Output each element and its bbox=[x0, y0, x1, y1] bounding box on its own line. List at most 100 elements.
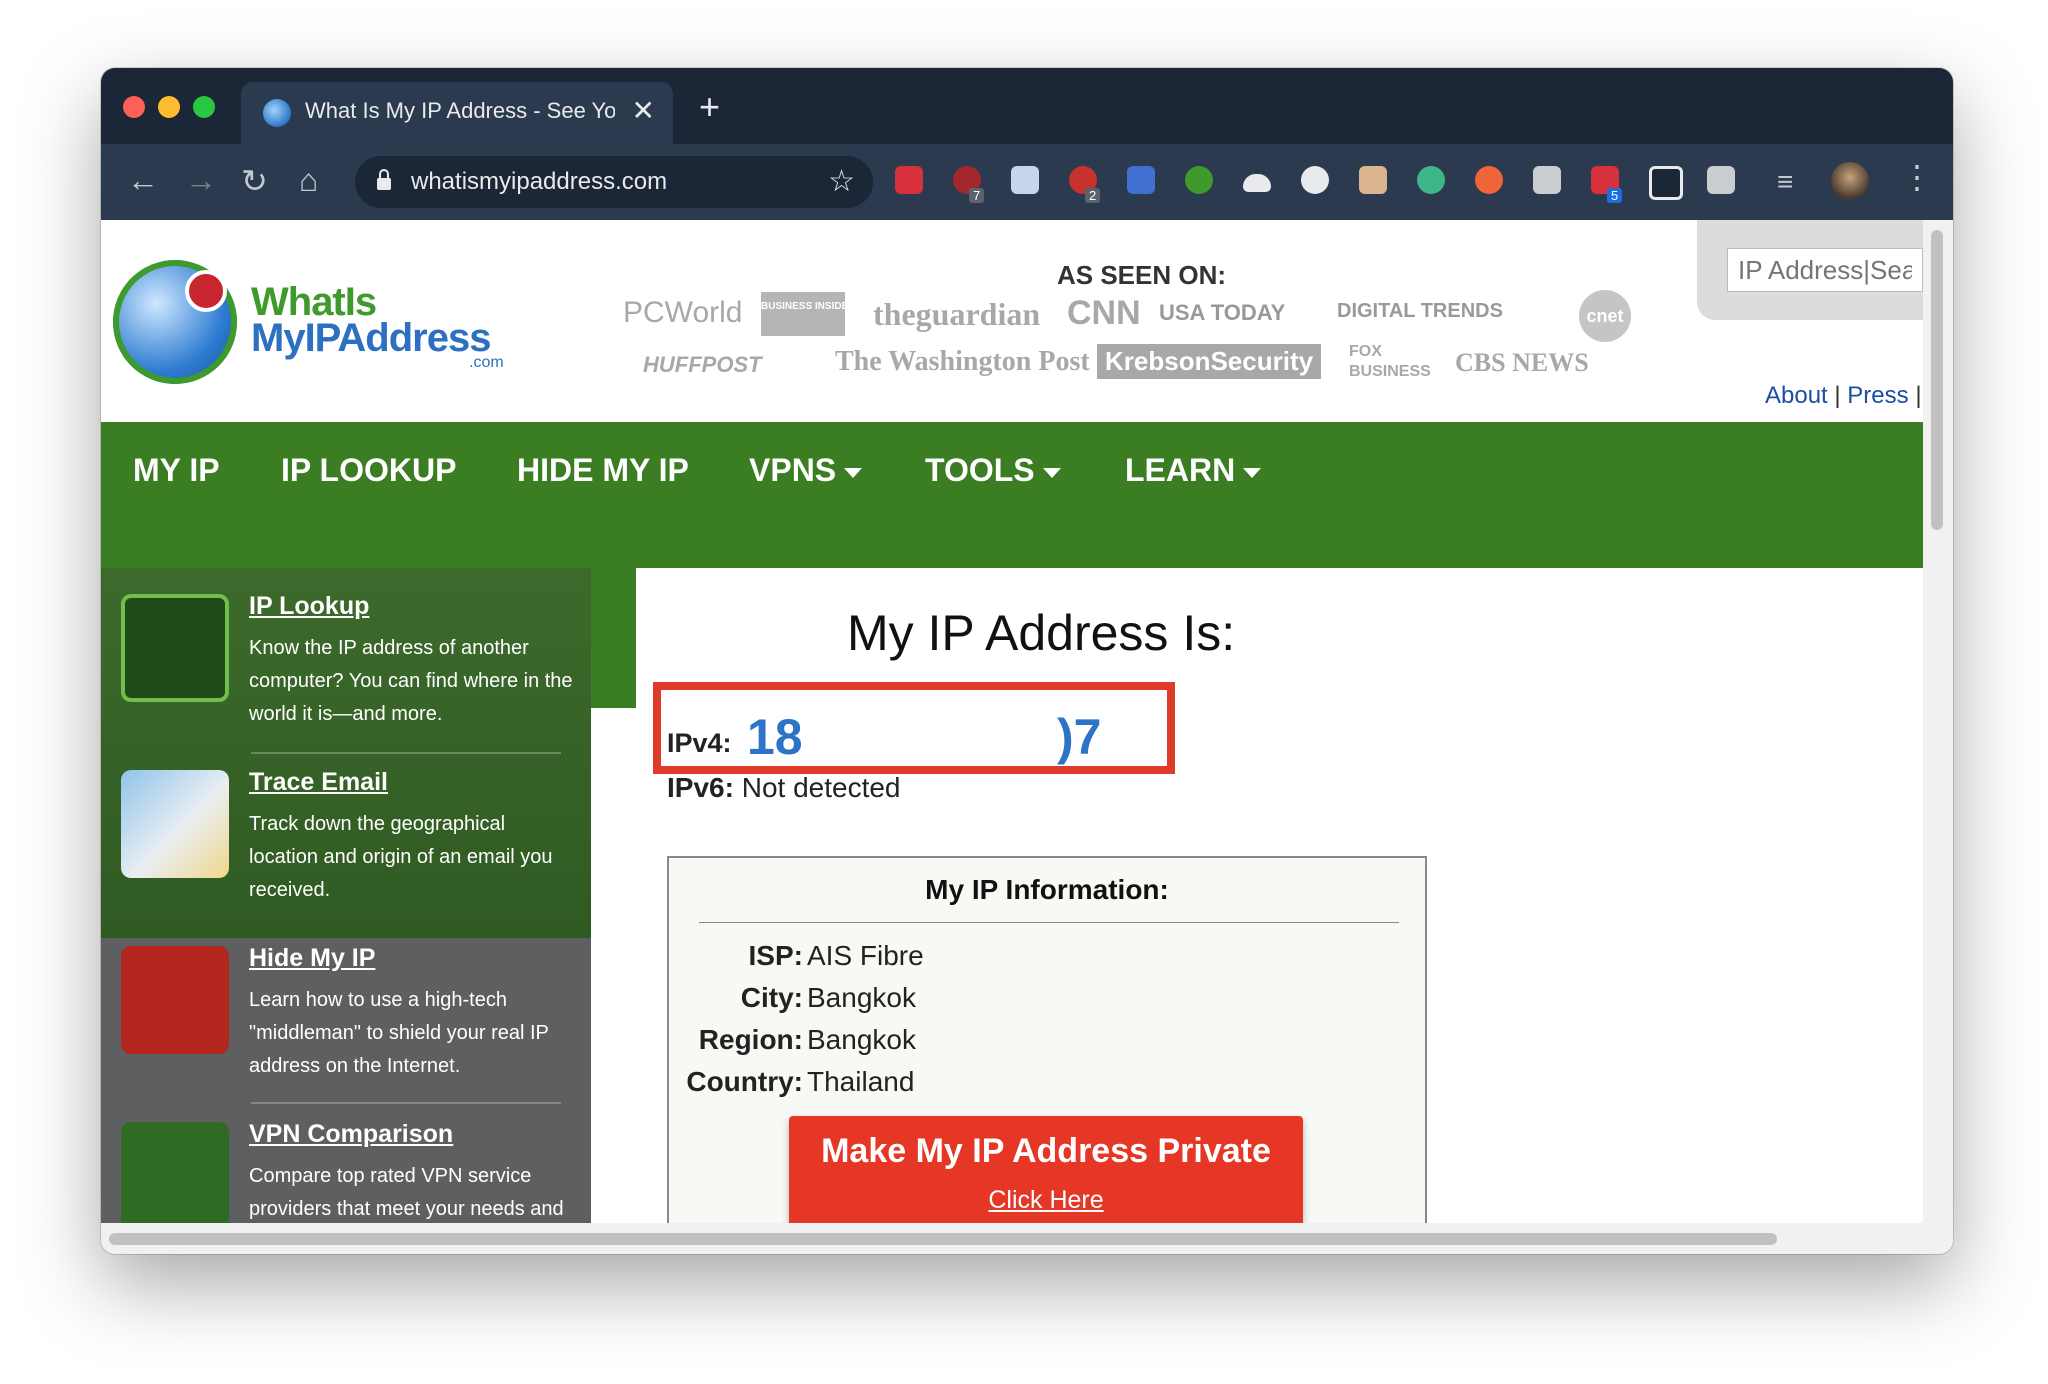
ipv4-value-start[interactable]: 18 bbox=[747, 708, 803, 766]
ip-info-divider bbox=[699, 922, 1399, 923]
nav-label: MY IP bbox=[133, 452, 220, 488]
extension-badge: 7 bbox=[969, 188, 985, 203]
site-search-input[interactable] bbox=[1727, 248, 1923, 292]
browser-window: What Is My IP Address - See Yo ✕ + ← → ↻… bbox=[101, 68, 1953, 1254]
extension-badge: 2 bbox=[1085, 188, 1101, 203]
as-seen-on-heading: AS SEEN ON: bbox=[1057, 260, 1227, 290]
press-logo: CNN bbox=[1067, 294, 1141, 332]
nav-vpns[interactable]: VPNS bbox=[749, 452, 863, 489]
profile-avatar[interactable] bbox=[1831, 162, 1869, 200]
ipv6-value: Not detected bbox=[741, 772, 901, 803]
tab-strip: What Is My IP Address - See Yo ✕ + bbox=[101, 68, 1953, 144]
info-value: Bangkok bbox=[807, 1024, 916, 1055]
press-logo: PCWorld bbox=[623, 296, 743, 329]
extension-icon[interactable] bbox=[1417, 166, 1445, 194]
sidebar-item-hide-my-ip[interactable]: Hide My IP Learn how to use a high-tech … bbox=[101, 920, 591, 1096]
nav-label: HIDE MY IP bbox=[517, 452, 689, 488]
press-logo: HUFFPOST bbox=[643, 352, 762, 377]
browser-toolbar: ← → ↻ ⌂ whatismyipaddress.com ☆ 7 2 5 ≡ … bbox=[101, 144, 1953, 220]
make-ip-private-button[interactable]: Make My IP Address Private Click Here bbox=[789, 1116, 1303, 1223]
page-title: My IP Address Is: bbox=[847, 605, 1236, 661]
site-search-wrap bbox=[1697, 220, 1923, 320]
press-logo: theguardian bbox=[873, 296, 1041, 332]
active-tab[interactable]: What Is My IP Address - See Yo ✕ bbox=[241, 82, 673, 144]
reload-icon[interactable]: ↻ bbox=[241, 162, 268, 200]
sidebar-item-title[interactable]: VPN Comparison bbox=[249, 1120, 453, 1149]
ip-info-title: My IP Information: bbox=[925, 874, 1169, 905]
sidebar-item-trace-email[interactable]: Trace Email Track down the geographical … bbox=[101, 744, 591, 920]
sidebar-item-title[interactable]: Trace Email bbox=[249, 768, 388, 797]
url-text: whatismyipaddress.com bbox=[411, 168, 668, 195]
sidebar-item-vpn-comparison[interactable]: VPN Comparison Compare top rated VPN ser… bbox=[101, 1096, 591, 1223]
info-key: Region: bbox=[698, 1024, 803, 1055]
link-separator: | bbox=[1908, 382, 1922, 409]
extension-icon[interactable] bbox=[1475, 166, 1503, 194]
link-separator: | bbox=[1827, 382, 1848, 409]
nav-ip-lookup[interactable]: IP LOOKUP bbox=[281, 452, 456, 489]
ipv6-line: IPv6: Not detected bbox=[667, 772, 901, 804]
nav-label: IP LOOKUP bbox=[281, 452, 457, 488]
press-logo: The Washington Post bbox=[835, 346, 1090, 377]
nav-tools[interactable]: TOOLS bbox=[925, 452, 1061, 489]
sidebar-item-desc: Track down the geographical location and… bbox=[249, 813, 553, 901]
horizontal-scroll-thumb[interactable] bbox=[109, 1233, 1777, 1245]
info-value: Thailand bbox=[807, 1066, 915, 1097]
cloud-extension-icon[interactable] bbox=[1243, 174, 1271, 192]
ip-info-box: My IP Information: ISP: AIS Fibre City: … bbox=[667, 856, 1427, 1223]
about-link[interactable]: About bbox=[1765, 382, 1828, 409]
press-link[interactable]: Press bbox=[1847, 382, 1908, 409]
vertical-scrollbar[interactable] bbox=[1923, 220, 1953, 1254]
close-window-button[interactable] bbox=[123, 96, 145, 118]
forward-arrow-icon[interactable]: → bbox=[185, 162, 217, 199]
logo-text-line2[interactable]: MyIPAddress bbox=[251, 316, 491, 361]
ipv4-value-end[interactable]: )7 bbox=[1057, 708, 1101, 766]
extension-icon[interactable] bbox=[1359, 166, 1387, 194]
media-queue-icon[interactable]: ≡ bbox=[1777, 166, 1793, 198]
sidebar-item-title[interactable]: Hide My IP bbox=[249, 944, 375, 973]
nav-learn[interactable]: LEARN bbox=[1125, 452, 1262, 489]
sidebar-item-ip-lookup[interactable]: IP Lookup Know the IP address of another… bbox=[101, 568, 591, 744]
pip-extension-icon[interactable] bbox=[1649, 166, 1683, 200]
extension-icon[interactable] bbox=[1533, 166, 1561, 194]
maximize-window-button[interactable] bbox=[193, 96, 215, 118]
minimize-window-button[interactable] bbox=[158, 96, 180, 118]
ipv6-label: IPv6: bbox=[667, 772, 734, 803]
chevron-down-icon bbox=[844, 467, 863, 478]
press-logo: BUSINESS INSIDER bbox=[761, 292, 855, 336]
browser-menu-icon[interactable]: ⋮ bbox=[1901, 158, 1933, 196]
back-arrow-icon[interactable]: ← bbox=[127, 162, 159, 199]
extension-icon[interactable] bbox=[1127, 166, 1155, 194]
nav-label: VPNS bbox=[749, 452, 837, 488]
home-icon[interactable]: ⌂ bbox=[299, 162, 318, 199]
extension-icon[interactable] bbox=[895, 166, 923, 194]
click-here-link[interactable]: Click Here bbox=[789, 1186, 1303, 1215]
tab-close-icon[interactable]: ✕ bbox=[632, 94, 655, 127]
vpn-padlock-icon bbox=[121, 1122, 229, 1223]
new-tab-button[interactable]: + bbox=[699, 86, 720, 128]
info-key: City: bbox=[740, 982, 803, 1013]
extension-icon[interactable] bbox=[1011, 166, 1039, 194]
private-button-title: Make My IP Address Private bbox=[821, 1132, 1271, 1170]
ipv4-label: IPv4: bbox=[667, 728, 732, 758]
nav-my-ip[interactable]: MY IP bbox=[133, 452, 220, 489]
info-key: ISP: bbox=[748, 940, 803, 971]
horizontal-scrollbar[interactable] bbox=[101, 1223, 1923, 1254]
sidebar-item-desc: Know the IP address of another computer?… bbox=[249, 637, 573, 725]
press-logo: FOX BUSINESS bbox=[1349, 343, 1431, 380]
extension-badge: 5 bbox=[1607, 188, 1623, 203]
logo-pin-icon bbox=[185, 270, 227, 312]
address-bar[interactable]: whatismyipaddress.com ☆ bbox=[355, 156, 873, 208]
sidebar-item-desc: Learn how to use a high-tech "middleman"… bbox=[249, 989, 549, 1077]
logo-text-suffix: .com bbox=[469, 354, 504, 371]
sidebar-item-title[interactable]: IP Lookup bbox=[249, 592, 369, 621]
content-green-strip bbox=[591, 568, 636, 708]
info-value: Bangkok bbox=[807, 982, 916, 1013]
chat-extension-icon[interactable] bbox=[1301, 166, 1329, 194]
main-nav: MY IP IP LOOKUP HIDE MY IP VPNS TOOLS LE… bbox=[101, 422, 1923, 568]
clover-extension-icon[interactable] bbox=[1185, 166, 1213, 194]
nav-label: TOOLS bbox=[925, 452, 1035, 488]
bookmark-star-icon[interactable]: ☆ bbox=[828, 164, 855, 199]
nav-hide-my-ip[interactable]: HIDE MY IP bbox=[517, 452, 689, 489]
extension-icon[interactable] bbox=[1707, 166, 1735, 194]
vertical-scroll-thumb[interactable] bbox=[1931, 230, 1943, 530]
